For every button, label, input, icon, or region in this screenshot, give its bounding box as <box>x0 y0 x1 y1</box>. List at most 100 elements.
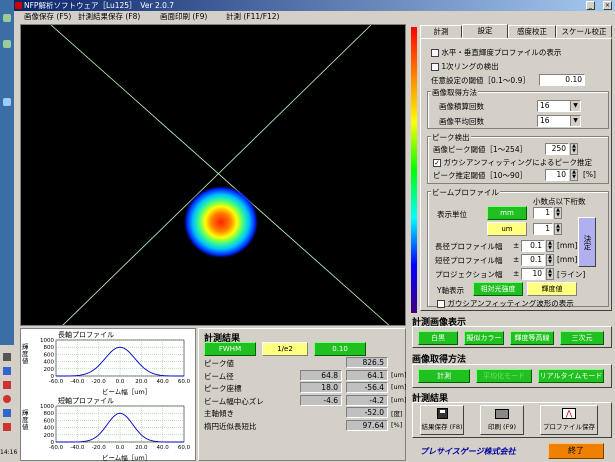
mono-button[interactable]: 白黒 <box>418 331 458 345</box>
ring-detect-option[interactable]: 1次リングの検出 <box>431 61 499 72</box>
proj-unit: [ライン] <box>557 270 586 279</box>
major-profile-chart: 10008006004002000-60.0 -40.0 -20.0 0.0 20.0 4… <box>40 338 191 385</box>
menu-save-image[interactable]: 画像保存 (F5) <box>24 11 71 23</box>
x-tick-label: -60.0 <box>49 445 64 451</box>
decimal-stepper-1[interactable]: ▲ ▼ <box>554 207 562 219</box>
measure-unit: [度] <box>391 410 403 418</box>
printer-icon <box>495 409 509 419</box>
major-unit: [mm] <box>557 241 578 250</box>
tray-icon[interactable] <box>3 409 11 417</box>
measure-unit: [um] <box>391 370 407 379</box>
threshold-field[interactable]: 0.10 <box>539 74 585 86</box>
tab-measure[interactable]: 計測 <box>420 25 462 38</box>
axis-line <box>62 25 372 325</box>
gauss-option[interactable]: ✓ ガウシアンフィッティングによるピーク推定 <box>433 157 592 168</box>
desktop-icon[interactable] <box>3 98 11 106</box>
pseudo-color-button[interactable]: 擬似カラー <box>464 331 504 345</box>
average-mode-button[interactable]: 平均化モード <box>476 369 532 383</box>
peak-thresh-stepper[interactable]: ▲ ▼ <box>570 143 578 155</box>
minor-field[interactable]: 0.1 <box>521 254 545 266</box>
unit-mm-button[interactable]: mm <box>487 206 527 220</box>
tray-icon[interactable] <box>3 395 11 403</box>
fwhm-button[interactable]: FWHM <box>204 342 256 356</box>
close-button[interactable]: × <box>603 1 612 10</box>
measure-button[interactable]: 計測 <box>418 369 470 383</box>
accum-dropdown[interactable]: 16 ▼ <box>537 100 581 112</box>
desktop-icon[interactable] <box>3 14 11 22</box>
chevron-down-icon[interactable]: ▼ <box>570 101 580 111</box>
y-tick-label: 600 <box>44 418 55 424</box>
minimize-button[interactable]: _ <box>586 1 595 10</box>
peak-est-field[interactable]: 10 <box>545 169 569 181</box>
3d-button[interactable]: 三次元 <box>560 331 604 345</box>
proj-field[interactable]: 10 <box>521 268 545 280</box>
print-button[interactable]: 印刷 (F9) <box>480 405 524 435</box>
beam-spot <box>183 185 259 259</box>
tray-icon[interactable] <box>3 381 11 389</box>
accum-label: 画像積算回数 <box>439 102 484 111</box>
tray-icon[interactable] <box>3 367 11 375</box>
y-tick-label: 200 <box>44 367 55 373</box>
checkbox[interactable] <box>431 63 439 71</box>
measure-value-2: -56.4 <box>346 382 388 393</box>
x-tick-label: -20.0 <box>92 445 107 451</box>
menu-bar: 画像保存 (F5) 計測結果保存 (F8) 画面印刷 (F9) 計測 (F11/… <box>14 11 615 23</box>
avg-dropdown[interactable]: 16 ▼ <box>537 115 581 127</box>
menu-measure[interactable]: 計測 (F11/F12) <box>226 11 279 23</box>
peak-thresh-field[interactable]: 250 <box>545 143 569 155</box>
e2-button[interactable]: 1/e2 <box>262 342 308 356</box>
decide-label: 決定 <box>583 234 592 250</box>
decimal-label: 小数点以下桁数 <box>533 197 586 206</box>
major-field[interactable]: 0.1 <box>521 240 545 252</box>
yaxis-relative-button[interactable]: 相対光強度 <box>473 282 523 296</box>
tab-settings[interactable]: 設定 <box>462 24 508 39</box>
print-label: 印刷 (F9) <box>487 423 516 431</box>
acq-header: 画像取得方法 <box>431 87 478 98</box>
peak-est-stepper[interactable]: ▲ ▼ <box>570 169 578 181</box>
x-tick-label: 40.0 <box>157 445 170 451</box>
decimal-field-2[interactable]: 1 <box>533 223 553 235</box>
measure-value-1: 64.8 <box>300 369 342 381</box>
threshold-label: 任意設定の閾値［0.1～0.9］ <box>431 76 530 85</box>
decimal-field-1[interactable]: 1 <box>533 207 553 219</box>
proj-stepper[interactable]: ▲ ▼ <box>546 268 554 280</box>
minor-pm: ± <box>513 255 520 264</box>
save-profile-button[interactable]: ⋀ プロファイル保存 <box>540 405 598 435</box>
y-tick-label: 400 <box>44 360 55 366</box>
yaxis-luminance-button[interactable]: 輝度値 <box>527 282 577 296</box>
menu-print[interactable]: 画面印刷 (F9) <box>160 11 207 23</box>
minor-profile-chart: 10008006004002000-60.0 -40.0 -20.0 0.0 20.0 4… <box>40 404 191 451</box>
x-tick-label: 20.0 <box>135 445 148 451</box>
decimal-stepper-2[interactable]: ▲ ▼ <box>554 223 562 235</box>
hv-profile-option[interactable]: 水平・垂直輝度プロファイルの表示 <box>431 47 561 58</box>
tray-icon[interactable] <box>3 353 11 361</box>
beam-image-canvas <box>50 25 390 325</box>
unit-um-button[interactable]: um <box>487 222 527 236</box>
desktop-icon[interactable] <box>3 40 11 48</box>
checkbox-checked[interactable]: ✓ <box>433 159 441 167</box>
minor-stepper[interactable]: ▲ ▼ <box>546 254 554 266</box>
checkbox[interactable] <box>431 49 439 57</box>
y-tick-label: 1000 <box>40 404 54 410</box>
tab-sensitivity[interactable]: 感度校正 <box>508 25 556 38</box>
exit-button[interactable]: 終了 <box>548 443 604 459</box>
threshold-button[interactable]: 0.10 <box>314 342 366 356</box>
checkbox[interactable] <box>437 300 445 308</box>
x-tick-label: -20.0 <box>92 379 107 385</box>
realtime-mode-button[interactable]: リアルタイムモード <box>538 369 604 383</box>
save-result-button[interactable]: 結果保存 (F8) <box>420 405 464 435</box>
measure-value-2: 97.64 <box>346 419 388 431</box>
contour-button[interactable]: 輝度等高線 <box>510 331 554 345</box>
tab-scale[interactable]: スケール校正 <box>556 25 612 38</box>
clock: 14:16 <box>0 449 18 456</box>
major-stepper[interactable]: ▲ ▼ <box>546 240 554 252</box>
measure-unit: [%] <box>391 420 403 429</box>
tray-icon[interactable] <box>3 423 11 431</box>
major-label: 長径プロファイル幅 <box>435 242 503 251</box>
chevron-down-icon[interactable]: ▼ <box>570 116 580 126</box>
app-icon <box>15 2 22 9</box>
decide-button[interactable]: 決定 <box>578 217 596 267</box>
menu-save-result[interactable]: 計測結果保存 (F8) <box>78 11 140 23</box>
major-profile-xlabel: ビーム幅［um］ <box>102 388 152 396</box>
gauss-wave-option[interactable]: ガウシアンフィッティング波形の表示 <box>437 298 574 309</box>
